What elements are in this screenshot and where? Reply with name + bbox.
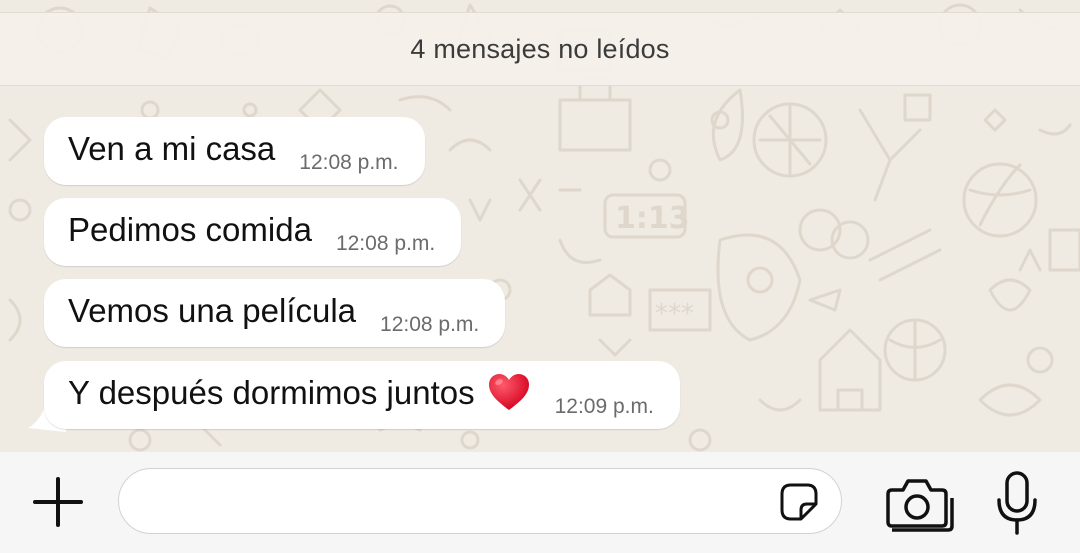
chat-background: 1:13 *** 4 mensajes no leídos Ven a mi c… [0,0,1080,452]
unread-messages-banner: 4 mensajes no leídos [0,12,1080,86]
message-input-container [118,468,842,534]
message-composer [0,452,1080,553]
message-input[interactable] [143,469,767,534]
red-heart-emoji-icon [488,374,529,410]
message-text: Pedimos comida [68,211,312,248]
attach-button[interactable] [30,474,86,530]
sticker-icon[interactable] [779,482,819,522]
message-timestamp: 12:08 p.m. [335,232,436,255]
message-timestamp: 12:08 p.m. [380,313,480,336]
svg-text:***: *** [655,299,694,329]
message-bubble[interactable]: Vemos una película 12:08 p.m. [44,279,506,347]
plus-icon [33,477,83,527]
message-timestamp: 12:09 p.m. [554,395,654,418]
svg-text:1:13: 1:13 [615,201,690,236]
message-text: Y después dormimos juntos [68,374,475,411]
message-bubble[interactable]: Pedimos comida 12:08 p.m. [44,198,462,266]
message-bubble[interactable]: Y después dormimos juntos 12:09 p.m. [44,361,680,429]
microphone-icon[interactable] [994,470,1040,536]
message-bubble[interactable]: Ven a mi casa 12:08 p.m. [44,117,425,185]
camera-icon[interactable] [882,474,956,534]
message-text: Ven a mi casa [68,130,276,167]
unread-count-label: 4 mensajes no leídos [410,33,670,64]
message-timestamp: 12:08 p.m. [299,151,399,174]
message-text: Vemos una película [68,292,357,329]
